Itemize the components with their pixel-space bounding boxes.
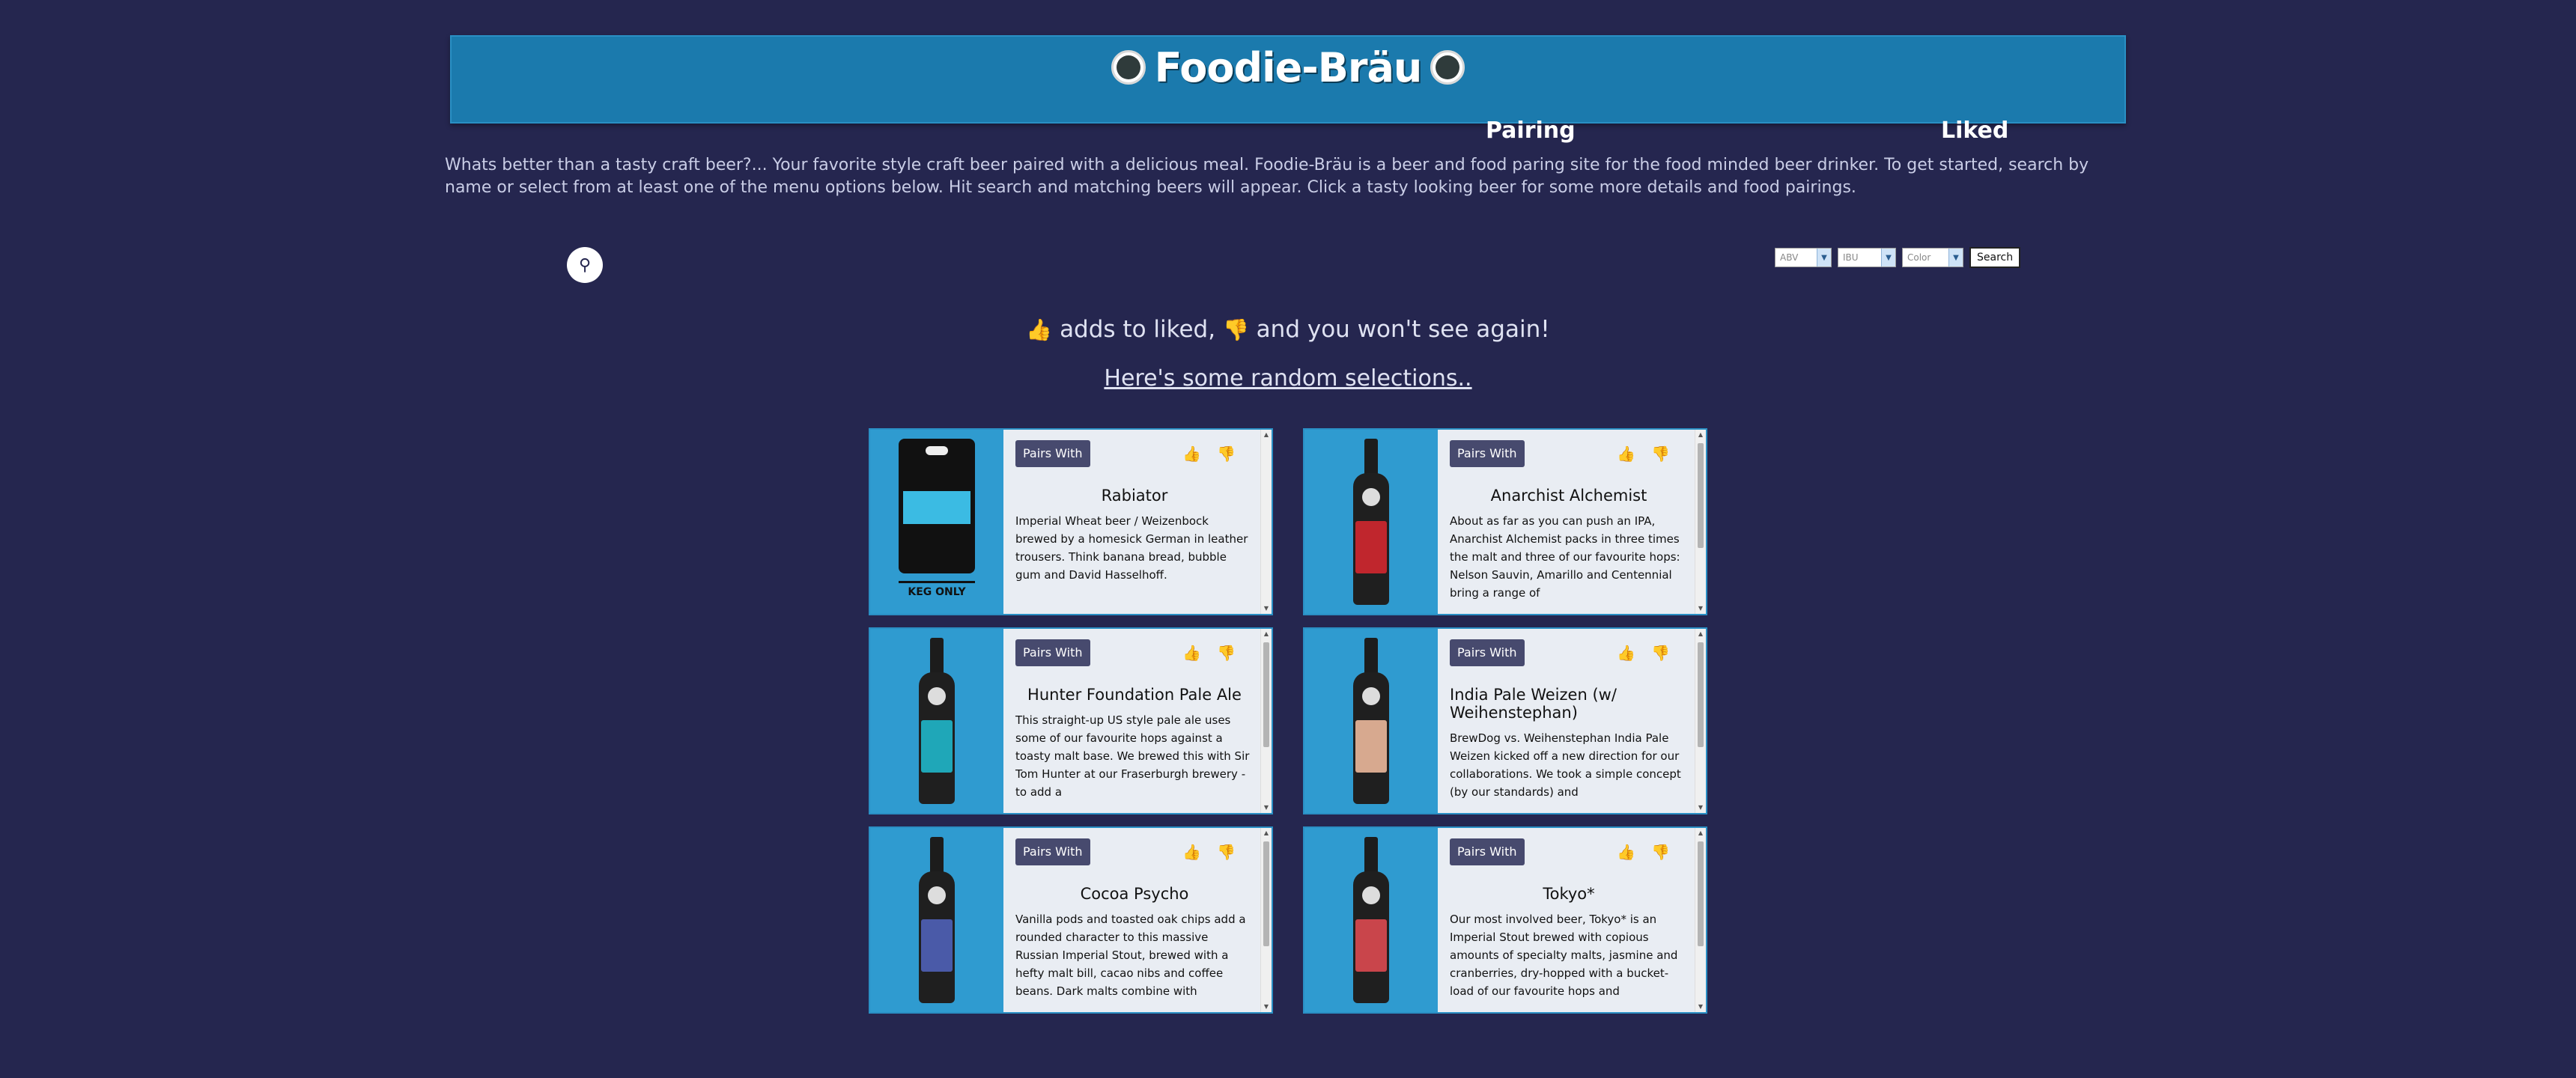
- bottle-image: [1350, 638, 1392, 804]
- beer-description: This straight-up US style pale ale uses …: [1015, 713, 1250, 799]
- nav-liked-link[interactable]: Liked: [1941, 118, 2008, 144]
- thumbs-up-icon[interactable]: 👍: [1182, 644, 1201, 662]
- keg-image: KEG ONLY: [899, 439, 975, 605]
- search-button[interactable]: Search: [1969, 247, 2021, 268]
- beer-card[interactable]: Pairs With 👍 👎 Cocoa Psycho Vanilla pods…: [869, 826, 1273, 1014]
- random-selections-heading: Here's some random selections..: [1104, 365, 1472, 392]
- site-title: Foodie-Bräu: [1154, 43, 1423, 91]
- pairs-with-button[interactable]: Pairs With: [1450, 440, 1525, 467]
- beer-image[interactable]: [870, 828, 1003, 1012]
- beer-name: Hunter Foundation Pale Ale: [1027, 686, 1242, 704]
- voting-hint: 👍 adds to liked, 👎 and you won't see aga…: [1026, 316, 1550, 343]
- beer-name: Cocoa Psycho: [1080, 885, 1189, 903]
- beer-card[interactable]: Pairs With 👍 👎 Anarchist Alchemist About…: [1303, 428, 1707, 615]
- bottle-image: [916, 638, 958, 804]
- search-toggle-button[interactable]: ⚲: [567, 247, 603, 283]
- intro-text: Whats better than a tasty craft beer?...…: [445, 156, 2089, 197]
- beer-image[interactable]: [1304, 629, 1438, 813]
- chevron-down-icon: ▼: [1881, 249, 1895, 267]
- thumbs-up-icon[interactable]: 👍: [1617, 843, 1635, 861]
- thumbs-down-icon[interactable]: 👎: [1651, 445, 1670, 463]
- filter-bar: ABV ▼ IBU ▼ Color ▼ Search: [1775, 247, 2021, 268]
- beer-card[interactable]: Pairs With 👍 👎 India Pale Weizen (w/ Wei…: [1303, 627, 1707, 814]
- ibu-select[interactable]: IBU ▼: [1838, 248, 1896, 267]
- brand[interactable]: Foodie-Bräu: [452, 41, 2124, 94]
- bottle-image: [1350, 439, 1392, 605]
- brewdog-logo-icon: [1111, 50, 1146, 85]
- card-scrollbar[interactable]: ▲ ▼: [1695, 629, 1706, 813]
- card-scrollbar[interactable]: ▲ ▼: [1260, 828, 1272, 1012]
- thumbs-up-icon[interactable]: 👍: [1182, 445, 1201, 463]
- brewdog-logo-icon: [1430, 50, 1465, 85]
- card-scrollbar[interactable]: ▲ ▼: [1695, 430, 1706, 614]
- color-select[interactable]: Color ▼: [1902, 248, 1963, 267]
- beer-description: Our most involved beer, Tokyo* is an Imp…: [1450, 913, 1678, 998]
- pairs-with-button[interactable]: Pairs With: [1015, 838, 1090, 865]
- beer-image[interactable]: [1304, 828, 1438, 1012]
- chevron-down-icon: ▼: [1948, 249, 1963, 267]
- thumbs-down-icon: 👎: [1222, 317, 1249, 342]
- thumbs-down-icon[interactable]: 👎: [1217, 445, 1236, 463]
- beer-name: Tokyo*: [1543, 885, 1595, 903]
- thumbs-down-icon[interactable]: 👎: [1651, 644, 1670, 662]
- abv-select[interactable]: ABV ▼: [1775, 248, 1832, 267]
- bottle-image: [916, 837, 958, 1003]
- beer-card[interactable]: KEG ONLY Pairs With 👍 👎 Rabiator Imperia…: [869, 428, 1273, 615]
- pairs-with-button[interactable]: Pairs With: [1450, 639, 1525, 666]
- beer-description: About as far as you can push an IPA, Ana…: [1450, 514, 1680, 600]
- pairs-with-button[interactable]: Pairs With: [1450, 838, 1525, 865]
- beer-name: India Pale Weizen (w/ Weihenstephan): [1450, 686, 1617, 722]
- pairs-with-button[interactable]: Pairs With: [1015, 639, 1090, 666]
- beer-image[interactable]: KEG ONLY: [870, 430, 1003, 614]
- beer-image[interactable]: [870, 629, 1003, 813]
- beer-description: Vanilla pods and toasted oak chips add a…: [1015, 913, 1246, 998]
- thumbs-up-icon[interactable]: 👍: [1182, 843, 1201, 861]
- thumbs-down-icon[interactable]: 👎: [1217, 644, 1236, 662]
- bottle-image: [1350, 837, 1392, 1003]
- beer-description: Imperial Wheat beer / Weizenbock brewed …: [1015, 514, 1248, 582]
- thumbs-up-icon: 👍: [1026, 317, 1053, 342]
- card-scrollbar[interactable]: ▲ ▼: [1260, 430, 1272, 614]
- card-scrollbar[interactable]: ▲ ▼: [1695, 828, 1706, 1012]
- thumbs-down-icon[interactable]: 👎: [1217, 843, 1236, 861]
- nav-pairing-link[interactable]: Pairing: [1486, 118, 1576, 144]
- beer-name: Anarchist Alchemist: [1490, 487, 1647, 505]
- thumbs-up-icon[interactable]: 👍: [1617, 644, 1635, 662]
- beer-card[interactable]: Pairs With 👍 👎 Tokyo* Our most involved …: [1303, 826, 1707, 1014]
- site-header: Foodie-Bräu Pairing Liked: [450, 35, 2126, 144]
- thumbs-up-icon[interactable]: 👍: [1617, 445, 1635, 463]
- beer-image[interactable]: [1304, 430, 1438, 614]
- beer-name: Rabiator: [1101, 487, 1168, 505]
- search-icon: ⚲: [578, 255, 592, 275]
- chevron-down-icon: ▼: [1817, 249, 1831, 267]
- beer-card[interactable]: Pairs With 👍 👎 Hunter Foundation Pale Al…: [869, 627, 1273, 814]
- pairs-with-button[interactable]: Pairs With: [1015, 440, 1090, 467]
- beer-description: BrewDog vs. Weihenstephan India Pale Wei…: [1450, 731, 1681, 799]
- thumbs-down-icon[interactable]: 👎: [1651, 843, 1670, 861]
- card-scrollbar[interactable]: ▲ ▼: [1260, 629, 1272, 813]
